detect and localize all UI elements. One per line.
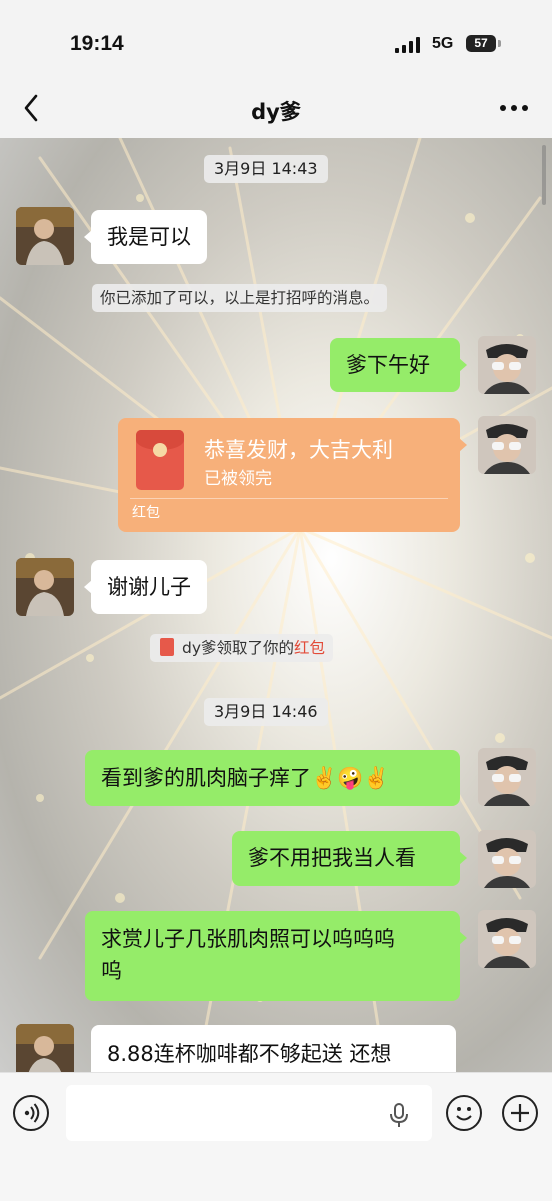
red-packet-divider [130,498,448,499]
message-received[interactable]: 我是可以 [84,210,207,264]
avatar-self[interactable] [478,748,536,806]
timestamp: 3月9日 14:43 [204,155,328,183]
network-type: 5G [432,35,454,52]
status-time: 19:14 [70,32,124,55]
avatar-self[interactable] [478,416,536,474]
system-message-red-packet: dy爹领取了你的红包 [150,634,334,662]
system-message-text: dy爹领取了你的 [182,639,295,657]
avatar-image [478,336,536,394]
message-received[interactable]: 谢谢儿子 [84,560,207,614]
red-packet-status: 已被领完 [204,469,272,489]
message-sent-multiline[interactable]: 求赏儿子几张肌肉照可以呜呜呜 呜 [85,911,467,1001]
message-sent[interactable]: 看到爹的肌肉脑子痒了✌️🤪✌️ [85,750,460,806]
timestamp: 3月9日 14:46 [204,698,328,726]
red-packet-card[interactable]: 恭喜发财，大吉大利 已被领完 红包 [118,418,467,532]
avatar-image [478,748,536,806]
avatar-contact[interactable] [16,558,74,616]
red-packet-title: 恭喜发财，大吉大利 [204,438,393,462]
message-input[interactable] [66,1085,432,1141]
avatar-image [478,416,536,474]
system-message: 你已添加了可以，以上是打招呼的消息。 [92,284,388,312]
chat-title: dy爹 [251,100,301,124]
message-line: 求赏儿子几张肌肉照可以呜呜呜 [101,927,395,951]
chat-header: dy爹 [0,80,552,138]
status-bar: 19:14 5G 57 [0,0,552,90]
message-sent[interactable]: 爹下午好 [330,338,467,392]
avatar-image [16,207,74,265]
red-packet-icon [136,430,184,490]
plus-icon[interactable] [502,1095,538,1131]
signal-icon [395,37,420,53]
avatar-self[interactable] [478,336,536,394]
red-packet-link[interactable]: 红包 [294,639,325,657]
microphone-icon[interactable] [388,1103,410,1129]
voice-icon[interactable] [13,1095,49,1131]
red-packet-small-icon [160,638,174,656]
emoji-icon[interactable] [446,1095,482,1131]
avatar-image [478,830,536,888]
message-line: 呜 [101,959,122,983]
avatar-image [478,910,536,968]
avatar-self[interactable] [478,830,536,888]
avatar-self[interactable] [478,910,536,968]
red-packet-label: 红包 [132,505,160,521]
message-sent[interactable]: 爹不用把我当人看 [232,831,467,886]
battery-icon: 57 [466,35,501,52]
avatar-image [16,558,74,616]
scrollbar[interactable] [542,145,546,205]
input-bar [0,1072,552,1201]
more-dots-icon[interactable] [496,94,532,122]
avatar-contact[interactable] [16,207,74,265]
